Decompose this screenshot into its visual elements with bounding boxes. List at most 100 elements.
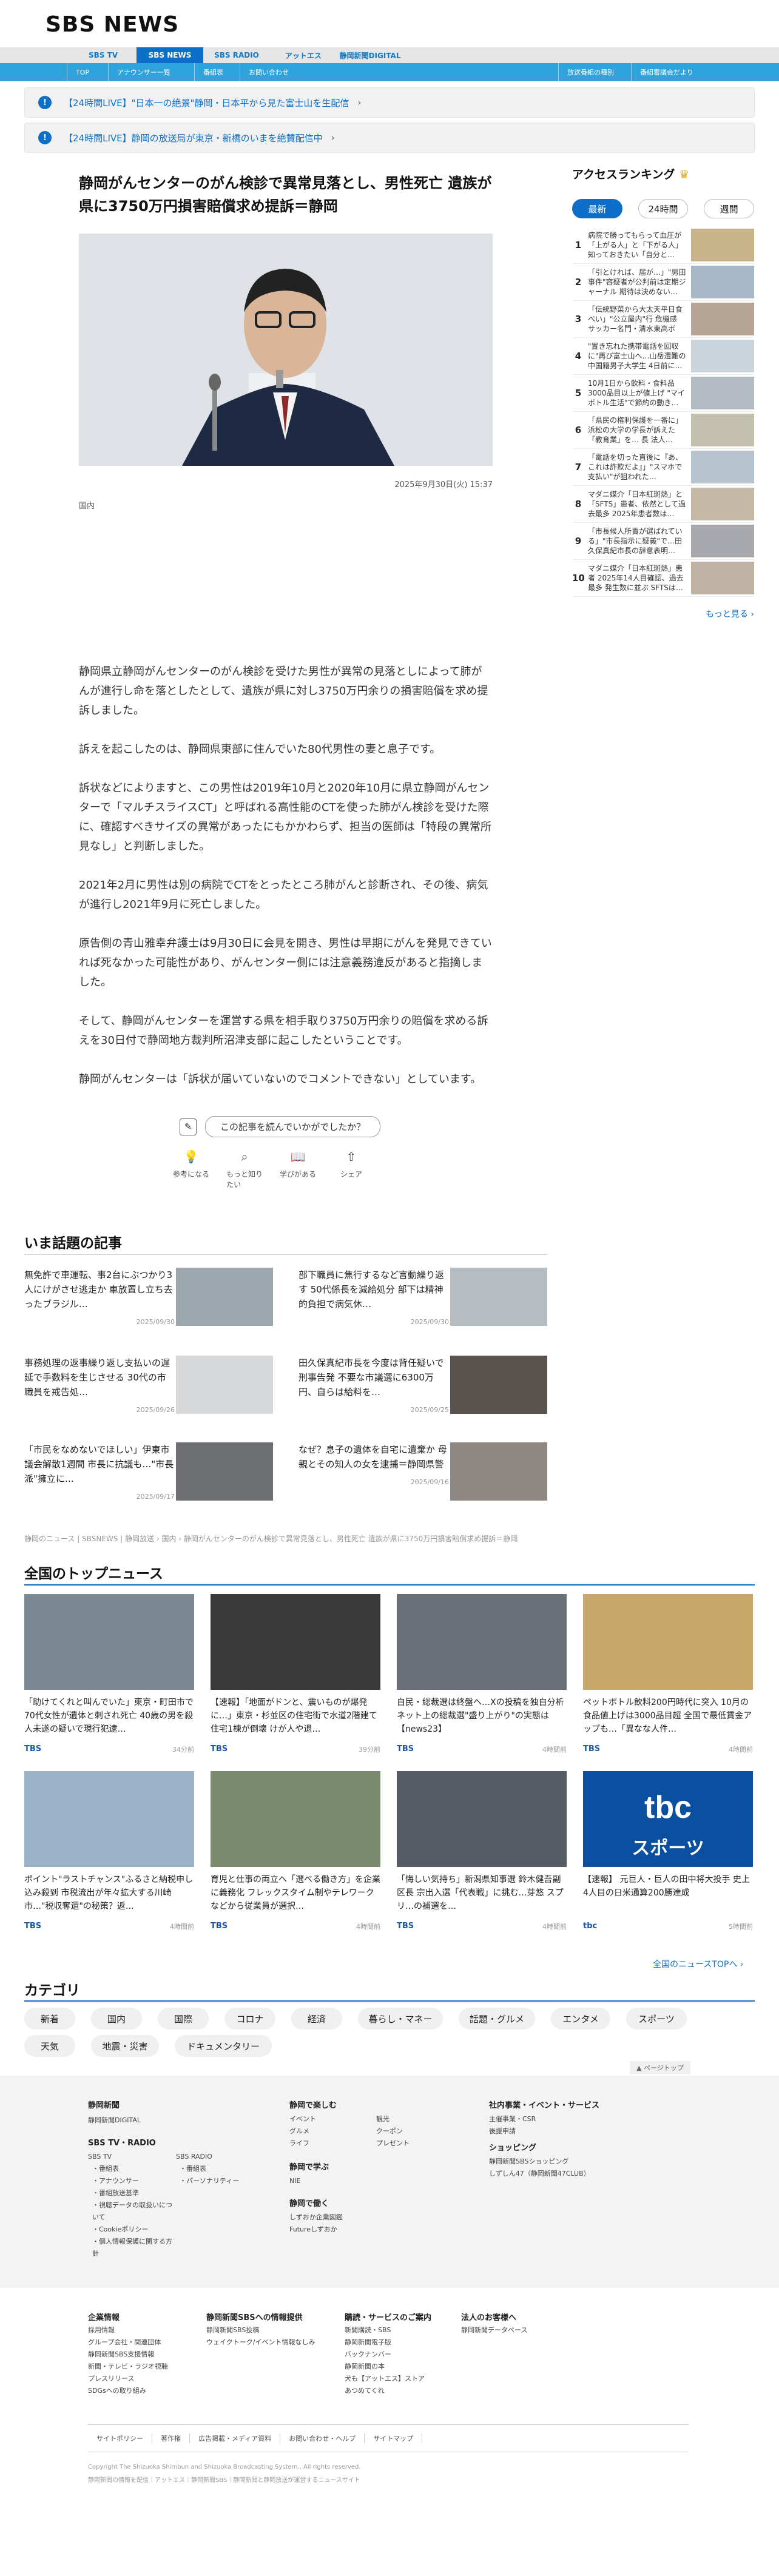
hot-article[interactable]: 事務処理の返事繰り返し支払いの遅延で手数料を生じさせる 30代の市職員を戒告処…… [24, 1356, 273, 1428]
ranking-item[interactable]: 2 「引とければ、届が…」"男田事件"容疑者が公判前は定期ジャーナル 期待は決めな… [572, 264, 754, 301]
footer-link[interactable]: 犬も【アットエス】ストア [345, 2373, 425, 2385]
nav-sbs-tv[interactable]: SBS TV [70, 47, 137, 63]
topnews-card[interactable]: 【速報】「地面がドンと、震いものが爆発に…」東京・杉並区の住宅街で水道2階建て住… [211, 1594, 380, 1754]
ranking-item[interactable]: 10 マダニ媒介「日本紅斑熱」患者 2025年14人目確認、過去最多 発生数に並ぶ… [572, 560, 754, 597]
ranking-item[interactable]: 6 「県民の権利保護を一番に」浜松の大学の学長が訴えた「教育業」を… 長 法人… [572, 412, 754, 449]
category-chip[interactable]: 国内 [91, 2008, 142, 2030]
topnews-card[interactable]: ポイント"ラストチャンス"ふるさと納税申し込み殺到 市税流出が年々拡大する川崎市… [24, 1771, 194, 1931]
hot-article[interactable]: 「市民をなめないでほしい」伊東市議会解散1週間 市長に抗議も…"市長派"擁立に…… [24, 1442, 273, 1515]
nav-program-types[interactable]: 放送番組の種別 [558, 63, 622, 81]
category-chip[interactable]: 暮らし・マネー [358, 2008, 443, 2030]
footer-bottom-link[interactable]: サイトポリシー [88, 2433, 152, 2443]
reaction-learned[interactable]: 📖 学びがある [280, 1149, 316, 1189]
footer-link[interactable]: 新聞・テレビ・ラジオ視聴 [88, 2361, 168, 2373]
breadcrumb[interactable]: 静岡のニュース | SBSNEWS | 静岡放送 › 国内 › 静岡がんセンター… [24, 1533, 518, 1544]
hot-article[interactable]: 無免許で車運転、事2台にぶつかり3人にけがさせ逃走か 車放置し立ち去ったブラジル… [24, 1268, 273, 1340]
topnews-card[interactable]: 「悔しい気持ち」新潟県知事選 鈴木健吾副区長 宗出入選「代表戦」に挑む…芽悠 ス… [397, 1771, 567, 1931]
category-chip[interactable]: ドキュメンタリー [175, 2035, 272, 2057]
nav-program-guide[interactable]: 番組表 [194, 63, 232, 81]
category-chip[interactable]: 国際 [158, 2008, 209, 2030]
ranking-item[interactable]: 9 「市長候人所責が選ばれている」"市長指示に疑義"で…田久保真紀市長の辞意表明… [572, 523, 754, 560]
footer-link[interactable]: クーポン [376, 2125, 410, 2137]
category-chip[interactable]: 経済 [291, 2008, 342, 2030]
category-chip[interactable]: コロナ [224, 2008, 275, 2030]
sbs-news-logo[interactable]: SBS NEWS [46, 12, 179, 37]
category-chip[interactable]: 地震・災害 [91, 2035, 159, 2057]
footer-link[interactable]: ・番組表 [180, 2163, 265, 2175]
topnews-card[interactable]: 自民・総裁選は終盤へ…Xの投稿を独自分析 ネット上の総裁選"盛り上がり"の実態は… [397, 1594, 567, 1754]
nav-contact[interactable]: お問い合わせ [240, 63, 297, 81]
category-chip[interactable]: 話題・グルメ [459, 2008, 535, 2030]
live-alert-banner[interactable]: ! 【24時間LIVE】"日本一の絶景"静岡・日本平から見た富士山を生配信 › [24, 87, 755, 118]
footer-bottom-link[interactable]: サイトマップ [365, 2433, 423, 2443]
article-category[interactable]: 国内 [79, 499, 493, 511]
footer-link[interactable]: イベント [289, 2113, 316, 2125]
footer-link[interactable]: ライフ [289, 2137, 316, 2150]
tab-weekly[interactable]: 週間 [704, 199, 755, 218]
category-chip[interactable]: エンタメ [551, 2008, 610, 2030]
feedback-button[interactable]: この記事を読んでいかがでしたか？ [205, 1116, 381, 1137]
footer-link[interactable]: 後援申請 [489, 2125, 536, 2137]
footer-link[interactable]: 静岡新聞電子版 [345, 2336, 425, 2349]
footer-link[interactable]: 静岡新聞SBS投稿 [206, 2324, 315, 2336]
topnews-card[interactable]: ペットボトル飲料200円時代に突入 10月の食品値上げは3000品目超 全国で最… [583, 1594, 753, 1754]
nav-sbs-news[interactable]: SBS NEWS [137, 47, 203, 63]
ranking-item[interactable]: 8 マダニ媒介「日本紅斑熱」と「SFTS」患者、依然として過去最多 2025年患者… [572, 486, 754, 523]
category-chip[interactable]: 新着 [24, 2008, 75, 2030]
footer-link[interactable]: あつめてくれ [345, 2385, 425, 2397]
footer-link[interactable]: 静岡新聞DIGITAL [88, 2114, 141, 2127]
footer-link[interactable]: ・個人情報保護に関する方針 [92, 2236, 174, 2260]
footer-link[interactable]: 静岡新聞データベース [461, 2324, 527, 2336]
topnews-card[interactable]: 育児と仕事の両立へ「選べる働き方」を企業に義務化 フレックスタイム制やテレワーク… [211, 1771, 380, 1931]
footer-link[interactable]: SBS TV [88, 2151, 112, 2163]
tab-24h[interactable]: 24時間 [638, 199, 689, 218]
footer-link[interactable]: 静岡新聞SBSショッピング [489, 2156, 590, 2168]
footer-link[interactable]: バックナンバー [345, 2349, 425, 2361]
footer-link[interactable]: SBS RADIO [176, 2151, 212, 2163]
footer-link[interactable]: Futureしずおか [289, 2224, 343, 2236]
ranking-item[interactable]: 7 「電話を切った直後に『あ、これは詐欺だよ』」"スマホで支払い"が狙われた… [572, 449, 754, 486]
footer-link[interactable]: 採用情報 [88, 2324, 168, 2336]
nav-shizuoka-digital[interactable]: 静岡新聞DIGITAL [337, 47, 403, 63]
ranking-item[interactable]: 1 病院で勝ってもらって血圧が「上がる人」と「下がる人」知っておきたい「自分と… [572, 227, 754, 264]
footer-link[interactable]: しずしん47（静岡新聞47CLUB） [489, 2168, 590, 2180]
footer-link[interactable]: 静岡新聞SBS支援情報 [88, 2349, 168, 2361]
nav-announcers[interactable]: アナウンサー一覧 [108, 63, 179, 81]
nav-council[interactable]: 番組審議会だより [631, 63, 702, 81]
footer-bottom-link[interactable]: 広告掲載・メディア資料 [190, 2433, 281, 2443]
footer-link[interactable]: NIE [289, 2175, 300, 2187]
footer-link[interactable]: グループ会社・関連団体 [88, 2336, 168, 2349]
tab-latest[interactable]: 最新 [572, 199, 622, 218]
reaction-helpful[interactable]: 💡 参考になる [173, 1149, 209, 1189]
footer-link[interactable]: 新聞購読・SBS [345, 2324, 425, 2336]
footer-link[interactable]: ・番組表 [92, 2163, 174, 2175]
share-button[interactable]: ⇧ シェア [333, 1149, 369, 1189]
footer-link[interactable]: ・パーソナリティー [180, 2175, 265, 2187]
footer-bottom-link[interactable]: 著作権 [152, 2433, 190, 2443]
ranking-more-link[interactable]: もっと見る › [572, 608, 754, 620]
hot-article[interactable]: なぜ？息子の遺体を自宅に遺棄か 母親とその知人の女を逮捕＝静岡県警 2025/09… [298, 1442, 547, 1515]
footer-link[interactable]: 主催事業・CSR [489, 2113, 536, 2125]
all-news-link[interactable]: 全国のニュースTOPへ › [653, 1958, 743, 1970]
ranking-item[interactable]: 5 10月1日から飲料・食料品3000品目以上が値上げ "マイボトル生活"で節約の… [572, 375, 754, 412]
footer-link[interactable]: しずおか企業図鑑 [289, 2211, 343, 2224]
footer-link[interactable]: 観光 [376, 2113, 410, 2125]
footer-link[interactable]: ・Cookieポリシー [92, 2224, 174, 2236]
footer-link[interactable]: SDGsへの取り組み [88, 2385, 168, 2397]
footer-link[interactable]: ・アナウンサー [92, 2175, 174, 2187]
nav-top[interactable]: TOP [67, 63, 98, 81]
live-alert-banner[interactable]: ! 【24時間LIVE】静岡の放送局が東京・新橋のいまを絶賛配信中 › [24, 123, 755, 153]
footer-bottom-link[interactable]: お問い合わせ・ヘルプ [280, 2433, 365, 2443]
footer-link[interactable]: グルメ [289, 2125, 316, 2137]
topnews-card[interactable]: 「助けてくれと叫んでいた」東京・町田市で70代女性が遺体と刺され死亡 40歳の男… [24, 1594, 194, 1754]
footer-link[interactable]: ・視聴データの取扱いについて [92, 2199, 174, 2224]
category-chip[interactable]: 天気 [24, 2035, 75, 2057]
ranking-item[interactable]: 4 "置き忘れた携帯電話を回収に"再び富士山へ…山岳遭難の中国籍男子大学生 4日前… [572, 338, 754, 375]
reaction-know-more[interactable]: ⌕ もっと知りたい [226, 1149, 263, 1189]
footer-link[interactable]: ウェイクトーク/イベント情報なしみ [206, 2336, 315, 2349]
hot-article[interactable]: 田久保真紀市長を今度は背任疑いで刑事告発 不要な市議選に6300万円、自らは給料… [298, 1356, 547, 1428]
page-top-button[interactable]: ▲ ページトップ [630, 2061, 690, 2074]
category-chip[interactable]: スポーツ [626, 2008, 687, 2030]
footer-link[interactable]: 静岡新聞の本 [345, 2361, 425, 2373]
footer-link[interactable]: プレゼント [376, 2137, 410, 2150]
